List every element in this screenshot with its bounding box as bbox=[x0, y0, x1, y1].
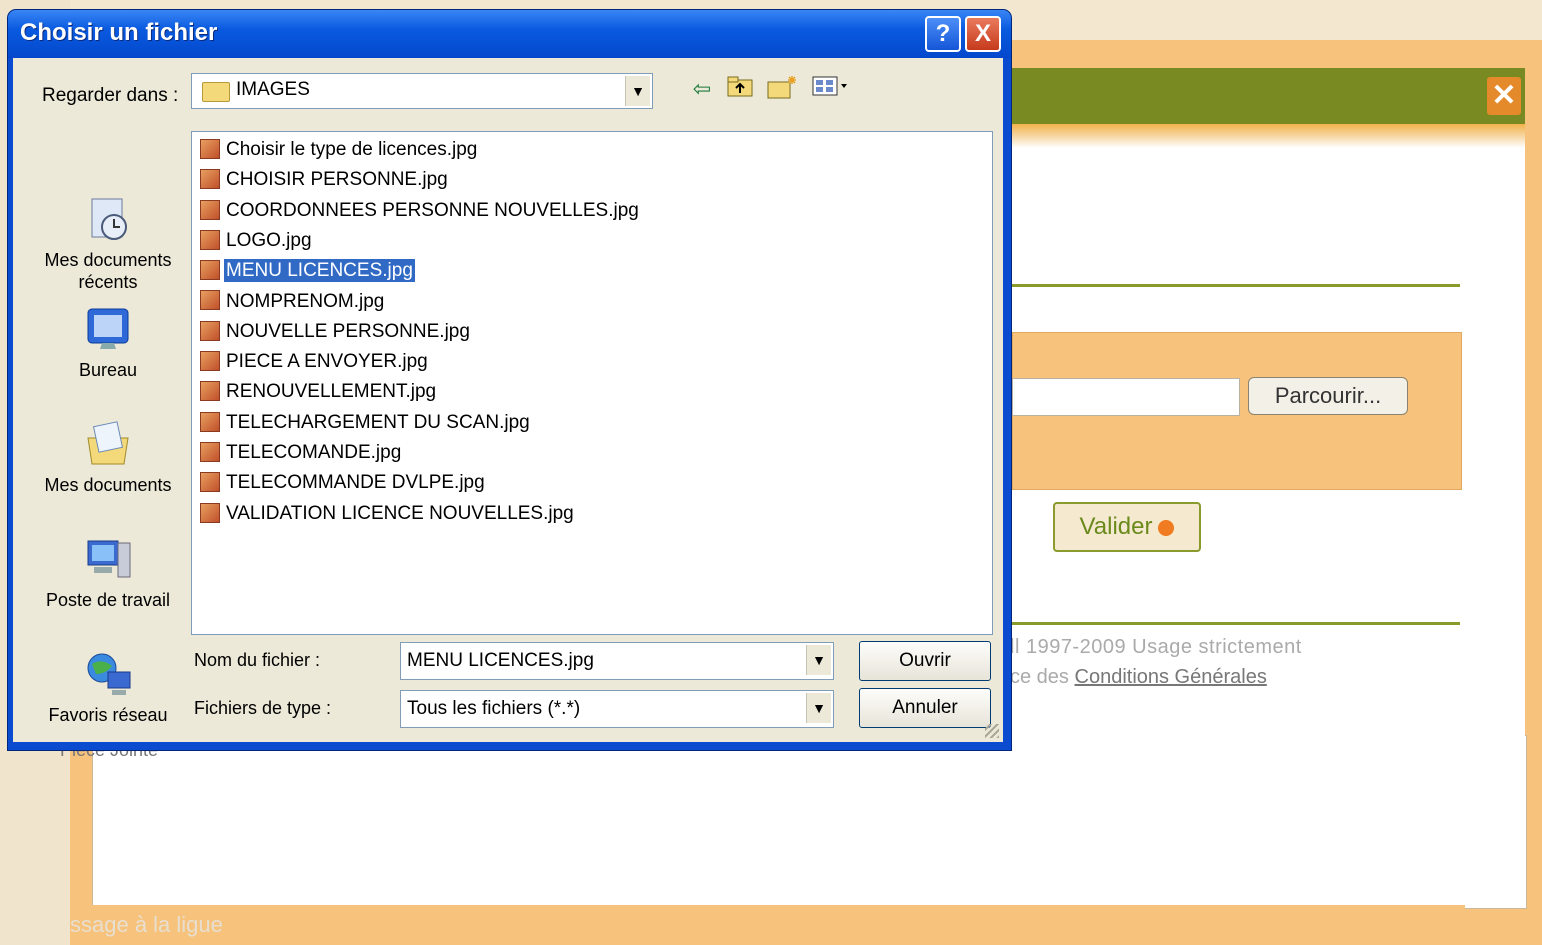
file-name: NOMPRENOM.jpg bbox=[226, 290, 385, 312]
web-file-path-input[interactable] bbox=[1012, 378, 1240, 416]
file-item[interactable]: Choisir le type de licences.jpg bbox=[200, 138, 479, 165]
filetype-label: Fichiers de type : bbox=[194, 698, 332, 718]
look-in-value: IMAGES bbox=[236, 79, 310, 100]
web-footer-text: ssage à la ligue bbox=[70, 912, 223, 937]
web-popup-titlebar bbox=[1000, 68, 1525, 124]
network-places-icon bbox=[82, 648, 134, 700]
web-divider-bottom bbox=[1010, 622, 1460, 625]
jpg-file-icon bbox=[200, 381, 220, 402]
web-divider-top bbox=[1010, 284, 1460, 287]
web-browse-button[interactable]: Parcourir... bbox=[1248, 377, 1408, 415]
place-my-documents[interactable]: Mes documents bbox=[28, 418, 188, 496]
close-button[interactable]: X bbox=[965, 16, 1001, 52]
file-name: TELECOMANDE.jpg bbox=[226, 442, 402, 463]
file-item[interactable]: CHOISIR PERSONNE.jpg bbox=[200, 169, 450, 195]
back-arrow-icon[interactable]: ⇦ bbox=[689, 74, 715, 104]
open-button[interactable]: Ouvrir bbox=[859, 641, 991, 681]
file-name: PIECE A ENVOYER.jpg bbox=[226, 351, 428, 373]
file-open-dialog: Choisir un fichier ? X Regarder dans : I… bbox=[8, 10, 1011, 750]
jpg-file-icon bbox=[200, 199, 220, 220]
look-in-dropdown[interactable]: IMAGES ▼ bbox=[191, 73, 653, 109]
web-submit-label: Valider bbox=[1079, 513, 1153, 540]
file-name: NOUVELLE PERSONNE.jpg bbox=[226, 320, 470, 342]
jpg-file-icon bbox=[200, 290, 220, 311]
file-item[interactable]: NOUVELLE PERSONNE.jpg bbox=[200, 320, 472, 347]
jpg-file-icon bbox=[200, 502, 220, 523]
file-item[interactable]: PIECE A ENVOYER.jpg bbox=[200, 351, 430, 377]
place-recent-documents[interactable]: Mes documents récents bbox=[28, 193, 188, 293]
new-folder-icon[interactable] bbox=[765, 74, 799, 104]
jpg-file-icon bbox=[200, 138, 220, 159]
file-item[interactable]: NOMPRENOM.jpg bbox=[200, 290, 386, 317]
jpg-file-icon bbox=[200, 260, 220, 281]
file-name: CHOISIR PERSONNE.jpg bbox=[226, 169, 448, 191]
place-label: Bureau bbox=[78, 360, 138, 380]
place-label: Mes documents bbox=[44, 475, 172, 495]
orange-dot-icon bbox=[1158, 519, 1175, 536]
help-button[interactable]: ? bbox=[925, 16, 961, 52]
cancel-button[interactable]: Annuler bbox=[859, 688, 991, 728]
web-terms-link[interactable]: Conditions Générales bbox=[1075, 666, 1267, 688]
chevron-down-icon[interactable]: ▼ bbox=[806, 693, 831, 723]
jpg-file-icon bbox=[200, 411, 220, 432]
web-terms-line: ce des Conditions Générales bbox=[1010, 666, 1267, 689]
place-label: Poste de travail bbox=[45, 590, 171, 610]
jpg-file-icon bbox=[200, 351, 220, 372]
file-item[interactable]: COORDONNEES PERSONNE NOUVELLES.jpg bbox=[200, 199, 641, 226]
file-item[interactable]: VALIDATION LICENCE NOUVELLES.jpg bbox=[200, 502, 576, 529]
resize-grip-icon[interactable] bbox=[985, 724, 999, 738]
folder-icon bbox=[202, 82, 230, 102]
file-name: RENOUVELLEMENT.jpg bbox=[226, 381, 437, 403]
filename-value: MENU LICENCES.jpg bbox=[407, 650, 594, 671]
filename-input[interactable]: MENU LICENCES.jpg ▼ bbox=[400, 642, 834, 680]
place-label: Favoris réseau bbox=[48, 705, 168, 725]
place-my-computer[interactable]: Poste de travail bbox=[28, 533, 188, 611]
my-documents-icon bbox=[82, 418, 134, 470]
web-popup-swoosh bbox=[1000, 124, 1525, 148]
file-item[interactable]: LOGO.jpg bbox=[200, 229, 314, 256]
web-submit-button[interactable]: Valider bbox=[1053, 502, 1201, 552]
chevron-down-icon[interactable]: ▼ bbox=[625, 76, 650, 106]
web-terms-prefix: ce des bbox=[1010, 666, 1069, 688]
file-item[interactable]: MENU LICENCES.jpg bbox=[200, 259, 415, 286]
filetype-dropdown[interactable]: Tous les fichiers (*.*) ▼ bbox=[400, 690, 834, 728]
file-item[interactable]: TELECHARGEMENT DU SCAN.jpg bbox=[200, 411, 532, 438]
dialog-titlebar[interactable]: Choisir un fichier ? X bbox=[8, 10, 1011, 58]
dialog-client-area: Regarder dans : IMAGES ▼ ⇦ Mes documents… bbox=[13, 58, 1003, 742]
up-folder-icon[interactable] bbox=[725, 74, 755, 104]
file-item[interactable]: TELECOMMANDE DVLPE.jpg bbox=[200, 472, 487, 498]
chevron-down-icon[interactable]: ▼ bbox=[806, 645, 831, 675]
jpg-file-icon bbox=[200, 472, 220, 493]
web-popup-close-icon[interactable]: ✕ bbox=[1487, 77, 1521, 115]
file-item[interactable]: TELECOMANDE.jpg bbox=[200, 441, 403, 468]
view-menu-icon[interactable] bbox=[809, 74, 853, 104]
file-item[interactable]: RENOUVELLEMENT.jpg bbox=[200, 381, 438, 407]
jpg-file-icon bbox=[200, 169, 220, 190]
filetype-value: Tous les fichiers (*.*) bbox=[407, 698, 581, 719]
web-footer-bar bbox=[70, 905, 1465, 945]
places-bar: Mes documents récents Bureau Mes documents… bbox=[28, 118, 188, 738]
recent-documents-icon bbox=[82, 193, 134, 245]
file-name: MENU LICENCES.jpg bbox=[224, 259, 415, 283]
file-name: VALIDATION LICENCE NOUVELLES.jpg bbox=[226, 502, 574, 524]
place-label: Mes documents récents bbox=[44, 250, 172, 292]
desktop-icon bbox=[82, 303, 134, 355]
file-name: LOGO.jpg bbox=[226, 229, 312, 251]
file-name: COORDONNEES PERSONNE NOUVELLES.jpg bbox=[226, 199, 639, 221]
look-in-label: Regarder dans : bbox=[42, 85, 179, 106]
jpg-file-icon bbox=[200, 320, 220, 341]
place-desktop[interactable]: Bureau bbox=[28, 303, 188, 381]
file-name: TELECHARGEMENT DU SCAN.jpg bbox=[226, 411, 530, 433]
web-copyright-text: ll 1997-2009 Usage strictement bbox=[1010, 636, 1302, 658]
jpg-file-icon bbox=[200, 229, 220, 250]
file-name: TELECOMMANDE DVLPE.jpg bbox=[226, 472, 485, 494]
my-computer-icon bbox=[82, 533, 134, 585]
jpg-file-icon bbox=[200, 441, 220, 462]
place-network-places[interactable]: Favoris réseau bbox=[28, 648, 188, 726]
dialog-title: Choisir un fichier bbox=[20, 19, 218, 46]
filename-label: Nom du fichier : bbox=[194, 650, 321, 670]
file-name: Choisir le type de licences.jpg bbox=[226, 139, 478, 160]
file-list[interactable]: Choisir le type de licences.jpg CHOISIR P… bbox=[191, 131, 993, 635]
